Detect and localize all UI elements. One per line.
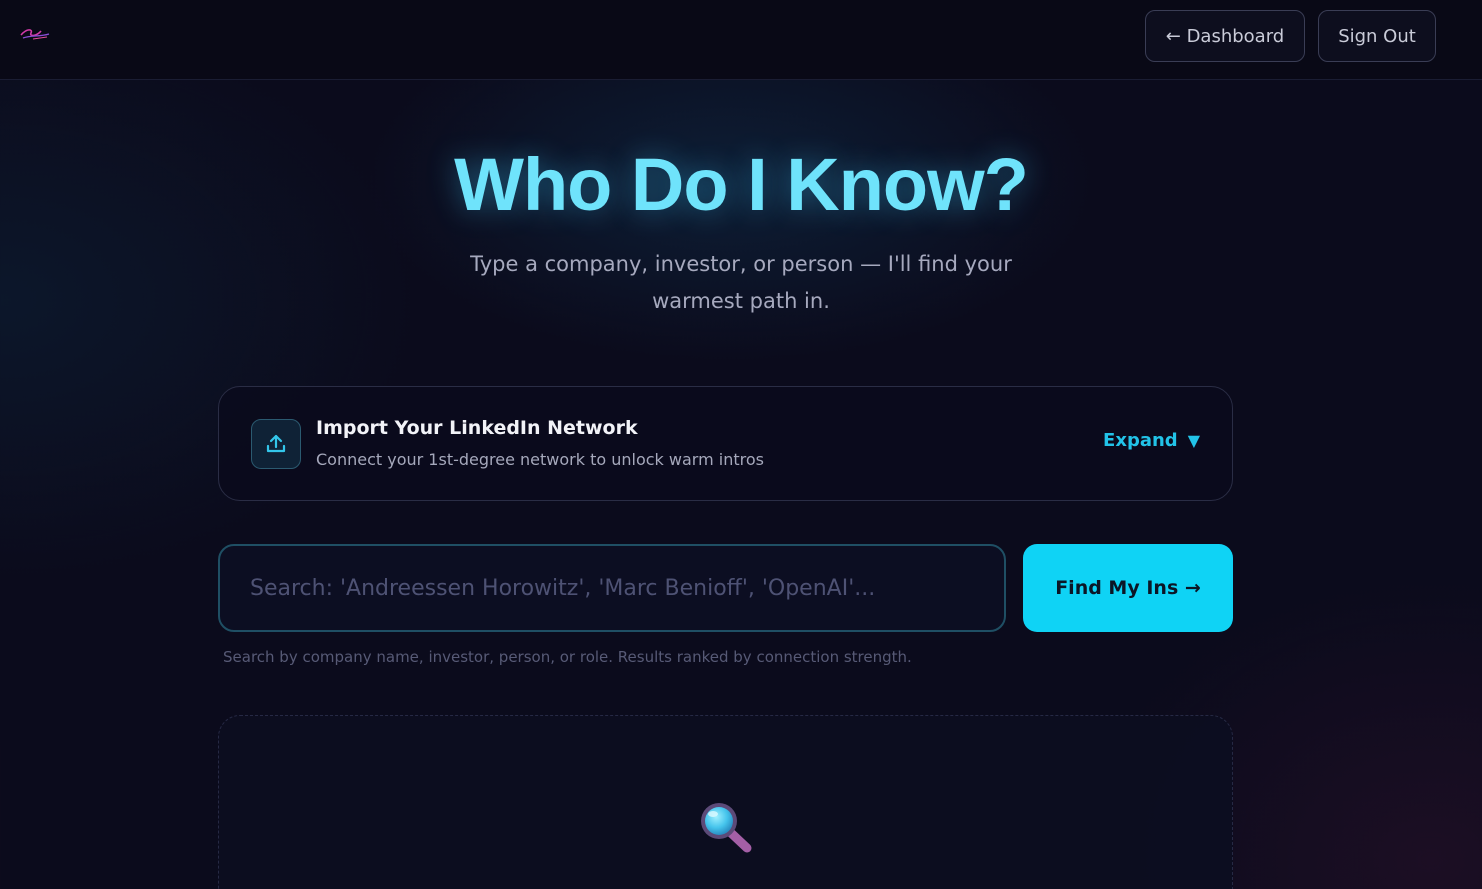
expand-button[interactable]: Expand ▼ [1103, 430, 1200, 451]
sign-out-button[interactable]: Sign Out [1318, 10, 1436, 62]
expand-label: Expand [1103, 430, 1178, 451]
upload-icon [251, 419, 301, 469]
import-title: Import Your LinkedIn Network [316, 417, 638, 439]
find-my-ins-button[interactable]: Find My Ins → [1023, 544, 1233, 632]
search-hint: Search by company name, investor, person… [223, 648, 912, 666]
page-subtitle: Type a company, investor, or person — I'… [470, 252, 1012, 313]
import-description: Connect your 1st-degree network to unloc… [316, 450, 764, 469]
brand-logo-icon[interactable] [19, 26, 51, 42]
chevron-down-icon: ▼ [1187, 431, 1200, 450]
page-title: Who Do I Know? [454, 143, 1029, 226]
magnifying-glass-icon [701, 803, 752, 853]
search-input[interactable] [218, 544, 1006, 632]
top-bar: ← Dashboard Sign Out [0, 0, 1482, 80]
import-linkedin-card[interactable]: Import Your LinkedIn Network Connect you… [218, 386, 1233, 501]
dashboard-button[interactable]: ← Dashboard [1145, 10, 1305, 62]
